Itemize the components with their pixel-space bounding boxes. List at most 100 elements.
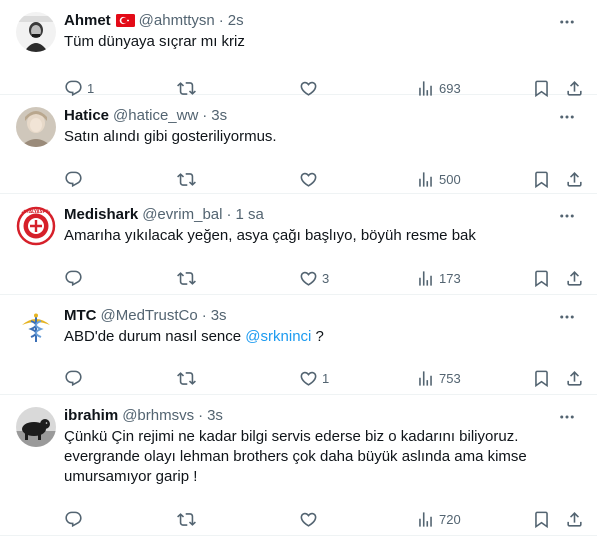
view-count: 693: [439, 80, 461, 96]
bookmark-button[interactable]: [532, 499, 551, 539]
logo-text: ANTALYASPOR: [20, 209, 52, 214]
retweet-button[interactable]: [177, 499, 200, 539]
reply-icon: [65, 511, 82, 527]
user-handle[interactable]: @evrim_bal: [142, 206, 222, 223]
reply-count: 1: [87, 80, 95, 96]
share-button[interactable]: [565, 499, 584, 539]
view-count: 720: [439, 511, 461, 527]
separator-dot: ·: [201, 306, 207, 324]
tweet[interactable]: ANTALYASPOR Medishark @evrim_bal · 1 sa …: [0, 194, 597, 295]
separator-dot: ·: [202, 106, 208, 124]
views-icon: [419, 370, 432, 386]
turkey-flag-icon: [115, 13, 135, 27]
tweet-actions: 500: [64, 159, 584, 199]
share-icon: [567, 171, 582, 187]
tweet-text: Çünkü Çin rejimi ne kadar bilgi servis e…: [64, 428, 527, 485]
display-name[interactable]: Ahmet: [64, 12, 111, 29]
reply-button[interactable]: [64, 159, 87, 199]
avatar[interactable]: [16, 107, 56, 147]
reply-icon: [65, 370, 82, 386]
more-options-button[interactable]: [557, 107, 577, 127]
retweet-button[interactable]: [177, 258, 200, 298]
more-options-button[interactable]: [557, 12, 577, 32]
tweet[interactable]: MTC @MedTrustCo · 3s ABD'de durum nasıl …: [0, 295, 597, 395]
timestamp[interactable]: 1 sa: [235, 206, 263, 223]
heart-icon: [300, 371, 317, 386]
like-button[interactable]: [299, 159, 322, 199]
portrait-avatar-icon: [16, 107, 56, 147]
display-name[interactable]: Medishark: [64, 206, 138, 223]
reply-icon: [65, 171, 82, 187]
tweet-text: Tüm dünyaya sıçrar mı kriz: [64, 33, 245, 50]
avatar[interactable]: [16, 307, 56, 347]
more-icon: [560, 115, 574, 119]
retweet-icon: [177, 512, 196, 526]
user-handle[interactable]: @brhmsvs: [122, 407, 194, 424]
tweet[interactable]: Hatice @hatice_ww · 3s Satın alındı gibi…: [0, 95, 597, 194]
views-icon: [419, 511, 432, 527]
timestamp[interactable]: 3s: [207, 407, 223, 424]
share-button[interactable]: [565, 358, 584, 398]
display-name[interactable]: Hatice: [64, 107, 109, 124]
like-button[interactable]: [299, 499, 322, 539]
reply-icon: [65, 270, 82, 286]
bookmark-button[interactable]: [532, 358, 551, 398]
antalyaspor-logo-icon: ANTALYASPOR: [16, 206, 56, 246]
tweet-header: MTC @MedTrustCo · 3s: [64, 305, 581, 325]
like-count: 3: [322, 270, 330, 286]
views-button[interactable]: 173: [416, 258, 461, 298]
tweet-feed: Ahmet @ahmttysn · 2s Tüm dünyaya sıçrar …: [0, 0, 597, 536]
user-handle[interactable]: @ahmttysn: [139, 12, 215, 29]
animal-avatar-icon: [16, 407, 56, 447]
tweet-actions: 1 753: [64, 358, 584, 398]
views-button[interactable]: 720: [416, 499, 461, 539]
timestamp[interactable]: 2s: [228, 12, 244, 29]
timestamp[interactable]: 3s: [211, 307, 227, 324]
bookmark-button[interactable]: [532, 258, 551, 298]
share-button[interactable]: [565, 258, 584, 298]
bookmark-button[interactable]: [532, 159, 551, 199]
retweet-icon: [177, 371, 196, 385]
retweet-icon: [177, 271, 196, 285]
like-button[interactable]: 3: [299, 258, 329, 298]
more-options-button[interactable]: [557, 407, 577, 427]
tweet[interactable]: Ahmet @ahmttysn · 2s Tüm dünyaya sıçrar …: [0, 0, 597, 97]
views-button[interactable]: 753: [416, 358, 461, 398]
separator-dot: ·: [218, 11, 224, 29]
bookmark-icon: [535, 511, 548, 528]
tweet-text: Satın alındı gibi gosteriliyormus.: [64, 128, 277, 145]
view-count: 753: [439, 370, 461, 386]
more-options-button[interactable]: [557, 206, 577, 226]
mention-link[interactable]: @srkninci: [245, 328, 311, 345]
heart-icon: [300, 271, 317, 286]
avatar[interactable]: [16, 12, 56, 52]
heart-icon: [300, 512, 317, 527]
caduceus-logo-icon: [16, 307, 56, 347]
share-button[interactable]: [565, 159, 584, 199]
reply-button[interactable]: [64, 258, 87, 298]
user-handle[interactable]: @hatice_ww: [113, 107, 198, 124]
retweet-button[interactable]: [177, 358, 200, 398]
views-button[interactable]: 500: [416, 159, 461, 199]
reply-button[interactable]: [64, 358, 87, 398]
share-icon: [567, 270, 582, 286]
timestamp[interactable]: 3s: [211, 107, 227, 124]
bookmark-icon: [535, 270, 548, 287]
display-name[interactable]: MTC: [64, 307, 97, 324]
reply-button[interactable]: [64, 499, 87, 539]
retweet-button[interactable]: [177, 159, 200, 199]
display-name[interactable]: ibrahim: [64, 407, 118, 424]
view-count: 500: [439, 171, 461, 187]
tweet-header: Ahmet @ahmttysn · 2s: [64, 10, 581, 30]
tweet-text: Amarıha yıkılacak yeğen, asya çağı başlı…: [64, 227, 476, 244]
bookmark-icon: [535, 171, 548, 188]
separator-dot: ·: [226, 205, 232, 223]
tweet[interactable]: ibrahim @brhmsvs · 3s Çünkü Çin rejimi n…: [0, 395, 597, 536]
more-options-button[interactable]: [557, 307, 577, 327]
more-icon: [560, 20, 574, 24]
like-button[interactable]: 1: [299, 358, 329, 398]
user-handle[interactable]: @MedTrustCo: [101, 307, 198, 324]
avatar[interactable]: ANTALYASPOR: [16, 206, 56, 246]
portrait-avatar-icon: [16, 12, 56, 52]
avatar[interactable]: [16, 407, 56, 447]
